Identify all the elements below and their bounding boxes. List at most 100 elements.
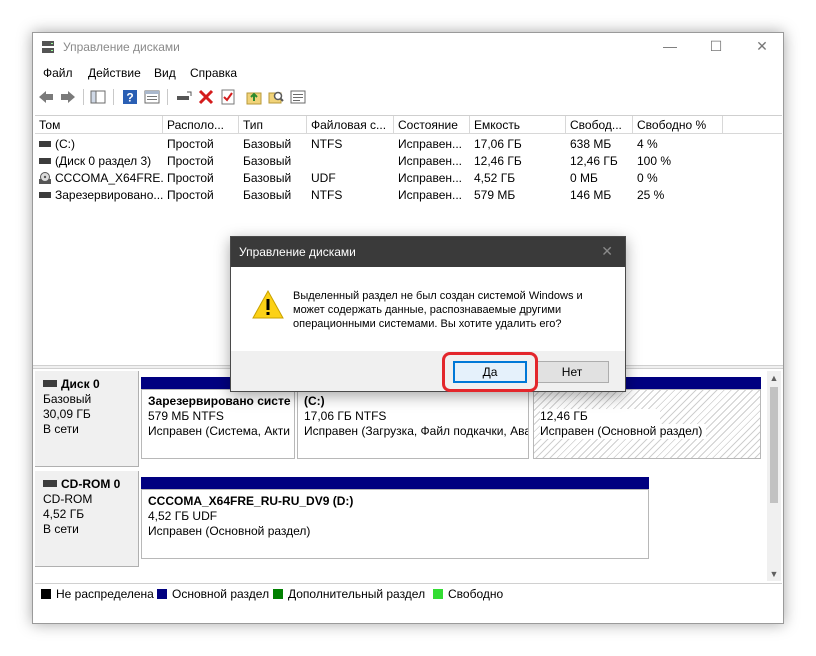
cell-volume: CCCOMA_X64FRE... xyxy=(55,171,163,185)
menu-view[interactable]: Вид xyxy=(154,66,176,80)
cell-free-percent: 25 % xyxy=(637,188,665,202)
partition-status: Исправен (Основной раздел) xyxy=(148,524,311,538)
cell-filesystem: UDF xyxy=(311,171,336,185)
yes-button-highlight xyxy=(442,352,538,392)
partition-name: (C:) xyxy=(304,394,325,408)
col-layout[interactable]: Располо... xyxy=(163,116,239,134)
partition-status: Исправен (Основной раздел) xyxy=(540,424,706,439)
menu-bar: Файл Действие Вид Справка xyxy=(33,63,783,83)
cd-drive-icon xyxy=(39,171,51,184)
cell-free-space: 12,46 ГБ xyxy=(570,154,618,168)
col-type[interactable]: Тип xyxy=(239,116,307,134)
cell-type: Базовый xyxy=(243,154,292,168)
disk-type: Базовый xyxy=(43,392,92,406)
table-row[interactable]: (Диск 0 раздел 3) Простой Базовый Исправ… xyxy=(35,153,782,170)
partition-size: 579 МБ NTFS xyxy=(148,409,224,423)
col-capacity[interactable]: Емкость xyxy=(470,116,566,134)
svg-text:?: ? xyxy=(126,91,133,105)
cell-filesystem: NTFS xyxy=(311,188,343,202)
legend: Не распределена Основной раздел Дополнит… xyxy=(35,583,782,603)
graph-scrollbar[interactable]: ▲ ▼ xyxy=(767,371,781,581)
cell-layout: Простой xyxy=(167,137,214,151)
cell-free-space: 638 МБ xyxy=(570,137,612,151)
cell-volume: (Диск 0 раздел 3) xyxy=(55,154,152,168)
partition-name: Зарезервировано систе xyxy=(148,394,291,408)
cell-layout: Простой xyxy=(167,188,214,202)
cell-status: Исправен... xyxy=(398,188,463,202)
cell-status: Исправен... xyxy=(398,171,463,185)
hard-drive-icon xyxy=(39,191,51,198)
delete-icon[interactable] xyxy=(197,88,215,106)
connect-drive-icon[interactable] xyxy=(175,88,193,106)
table-row[interactable]: (C:) Простой Базовый NTFS Исправен... 17… xyxy=(35,136,782,153)
menu-action[interactable]: Действие xyxy=(88,66,141,80)
table-row[interactable]: CCCOMA_X64FRE... Простой Базовый UDF Исп… xyxy=(35,170,782,187)
show-hide-console-icon[interactable] xyxy=(89,88,107,106)
cell-free-percent: 100 % xyxy=(637,154,672,168)
disk-0-label[interactable]: Диск 0 Базовый 30,09 ГБ В сети xyxy=(35,371,139,467)
cell-type: Базовый xyxy=(243,137,292,151)
properties-icon[interactable] xyxy=(143,88,161,106)
disk-type: CD-ROM xyxy=(43,492,93,506)
partition-d[interactable]: CCCOMA_X64FRE_RU-RU_DV9 (D:) 4,52 ГБ UDF… xyxy=(141,489,649,559)
cell-free-space: 146 МБ xyxy=(570,188,612,202)
col-free-percent[interactable]: Свободно % xyxy=(633,116,723,134)
hard-disk-icon xyxy=(43,380,57,388)
hard-drive-icon xyxy=(39,157,51,164)
partition-size: 12,46 ГБ xyxy=(540,409,660,424)
dialog-footer: Да Нет xyxy=(231,351,625,391)
view-list-icon[interactable] xyxy=(289,88,307,106)
partition-status: Исправен (Система, Акти xyxy=(148,424,290,438)
delete-confirm-dialog: Управление дисками ✕ Выделенный раздел н… xyxy=(230,236,626,392)
window-title: Управление дисками xyxy=(63,40,180,54)
legend-swatch xyxy=(273,589,283,599)
back-arrow-icon[interactable] xyxy=(37,88,55,106)
legend-swatch xyxy=(433,589,443,599)
cell-layout: Простой xyxy=(167,154,214,168)
scroll-down-icon[interactable]: ▼ xyxy=(767,567,781,581)
menu-file[interactable]: Файл xyxy=(43,66,73,80)
cell-type: Базовый xyxy=(243,171,292,185)
cd-drive-icon xyxy=(43,480,57,488)
table-row[interactable]: Зарезервировано... Простой Базовый NTFS … xyxy=(35,187,782,204)
menu-help[interactable]: Справка xyxy=(190,66,237,80)
toolbar: ? xyxy=(33,85,783,109)
partition-size: 4,52 ГБ UDF xyxy=(148,509,218,523)
forward-arrow-icon[interactable] xyxy=(59,88,77,106)
help-icon[interactable]: ? xyxy=(121,88,139,106)
col-free-space[interactable]: Свобод... xyxy=(566,116,633,134)
hard-drive-icon xyxy=(39,140,51,147)
volume-list-header: Том Располо... Тип Файловая с... Состоян… xyxy=(35,116,782,134)
scroll-up-icon[interactable]: ▲ xyxy=(767,371,781,385)
partition-reserved[interactable]: Зарезервировано систе 579 МБ NTFS Исправ… xyxy=(141,389,295,459)
checklist-icon[interactable] xyxy=(219,88,237,106)
scroll-thumb[interactable] xyxy=(770,387,778,503)
minimize-button[interactable]: — xyxy=(647,33,693,61)
cell-volume: (C:) xyxy=(55,137,75,151)
warning-icon xyxy=(251,289,285,321)
dialog-message: Выделенный раздел не был создан системой… xyxy=(293,290,583,330)
partition-c[interactable]: (C:) 17,06 ГБ NTFS Исправен (Загрузка, Ф… xyxy=(297,389,529,459)
cell-capacity: 12,46 ГБ xyxy=(474,154,522,168)
col-status[interactable]: Состояние xyxy=(394,116,470,134)
folder-up-icon[interactable] xyxy=(245,88,263,106)
cell-free-space: 0 МБ xyxy=(570,171,598,185)
disk-name: CD-ROM 0 xyxy=(61,477,121,491)
cell-filesystem xyxy=(307,153,394,170)
cell-type: Базовый xyxy=(243,188,292,202)
cell-status: Исправен... xyxy=(398,154,463,168)
legend-item: Дополнительный раздел xyxy=(273,587,425,601)
no-button[interactable]: Нет xyxy=(535,361,609,383)
col-volume[interactable]: Том xyxy=(35,116,163,134)
disk-graph: Диск 0 Базовый 30,09 ГБ В сети Зарезерви… xyxy=(35,371,765,581)
disk-size: 4,52 ГБ xyxy=(43,507,85,521)
dialog-close-button[interactable]: ✕ xyxy=(601,243,613,260)
cell-capacity: 579 МБ xyxy=(474,188,516,202)
cdrom-0-label[interactable]: CD-ROM 0 CD-ROM 4,52 ГБ В сети xyxy=(35,471,139,567)
close-button[interactable]: ✕ xyxy=(739,33,785,61)
partition-type-bar xyxy=(141,477,649,489)
partition-disk0-part3[interactable]: 12,46 ГБ Исправен (Основной раздел) xyxy=(533,389,761,459)
maximize-button[interactable]: ☐ xyxy=(693,33,739,61)
search-icon[interactable] xyxy=(267,88,285,106)
col-filesystem[interactable]: Файловая с... xyxy=(307,116,394,134)
